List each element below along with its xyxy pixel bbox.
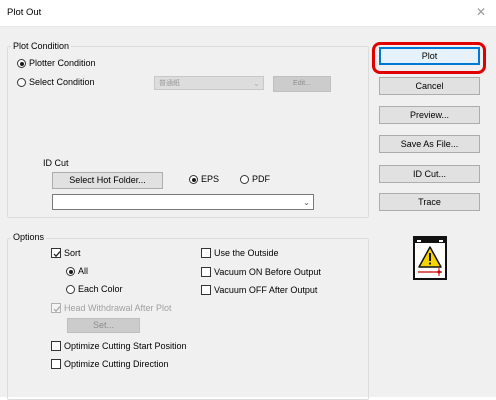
optimize-direction-checkbox[interactable] bbox=[51, 359, 61, 369]
select-condition-radio[interactable] bbox=[17, 78, 26, 87]
eps-radio[interactable] bbox=[189, 175, 198, 184]
hot-folder-dropdown[interactable]: ⌄ bbox=[52, 194, 314, 210]
select-condition-value: 普通紙 bbox=[159, 80, 180, 87]
plot-condition-group bbox=[7, 46, 369, 218]
pdf-label[interactable]: PDF bbox=[252, 174, 270, 184]
sort-checkbox[interactable] bbox=[51, 248, 61, 258]
optimize-direction-label[interactable]: Optimize Cutting Direction bbox=[64, 359, 169, 369]
use-outside-label[interactable]: Use the Outside bbox=[214, 248, 279, 258]
cancel-button[interactable]: Cancel bbox=[379, 77, 480, 95]
plotter-warning-icon bbox=[413, 236, 447, 280]
eps-label[interactable]: EPS bbox=[201, 174, 219, 184]
chevron-down-icon: ⌄ bbox=[253, 79, 260, 88]
options-label: Options bbox=[11, 232, 47, 242]
window-title: Plot Out bbox=[7, 7, 42, 18]
all-label[interactable]: All bbox=[78, 266, 88, 276]
title-bar: Plot Out ✕ bbox=[0, 0, 496, 27]
plotter-condition-radio[interactable] bbox=[17, 59, 26, 68]
plot-condition-label: Plot Condition bbox=[11, 41, 72, 51]
plot-highlight-annotation bbox=[372, 42, 486, 74]
select-condition-label[interactable]: Select Condition bbox=[29, 77, 95, 87]
all-radio[interactable] bbox=[66, 267, 75, 276]
vacuum-on-checkbox[interactable] bbox=[201, 267, 211, 277]
head-withdrawal-checkbox[interactable] bbox=[51, 303, 61, 313]
save-as-file-button[interactable]: Save As File... bbox=[379, 135, 480, 153]
edit-button[interactable]: Edit... bbox=[273, 76, 331, 92]
options-group bbox=[7, 238, 369, 400]
set-button[interactable]: Set... bbox=[67, 318, 140, 333]
plotter-condition-label[interactable]: Plotter Condition bbox=[29, 58, 96, 68]
vacuum-off-checkbox[interactable] bbox=[201, 285, 211, 295]
select-condition-dropdown[interactable]: 普通紙 ⌄ bbox=[154, 76, 264, 90]
id-cut-button[interactable]: ID Cut... bbox=[379, 165, 480, 183]
preview-button[interactable]: Preview... bbox=[379, 106, 480, 124]
trace-button[interactable]: Trace bbox=[379, 193, 480, 211]
sort-label[interactable]: Sort bbox=[64, 248, 81, 258]
id-cut-section-label: ID Cut bbox=[43, 158, 69, 168]
each-color-radio[interactable] bbox=[66, 285, 75, 294]
vacuum-off-label[interactable]: Vacuum OFF After Output bbox=[214, 285, 317, 295]
close-icon[interactable]: ✕ bbox=[474, 5, 488, 19]
head-withdrawal-label[interactable]: Head Withdrawal After Plot bbox=[64, 303, 172, 313]
vacuum-on-label[interactable]: Vacuum ON Before Output bbox=[214, 267, 321, 277]
optimize-start-checkbox[interactable] bbox=[51, 341, 61, 351]
optimize-start-label[interactable]: Optimize Cutting Start Position bbox=[64, 341, 187, 351]
each-color-label[interactable]: Each Color bbox=[78, 284, 123, 294]
chevron-down-icon: ⌄ bbox=[303, 198, 310, 207]
use-outside-checkbox[interactable] bbox=[201, 248, 211, 258]
dialog-body: Plot Condition Plotter Condition Select … bbox=[0, 27, 496, 400]
select-hot-folder-button[interactable]: Select Hot Folder... bbox=[52, 172, 163, 189]
pdf-radio[interactable] bbox=[240, 175, 249, 184]
